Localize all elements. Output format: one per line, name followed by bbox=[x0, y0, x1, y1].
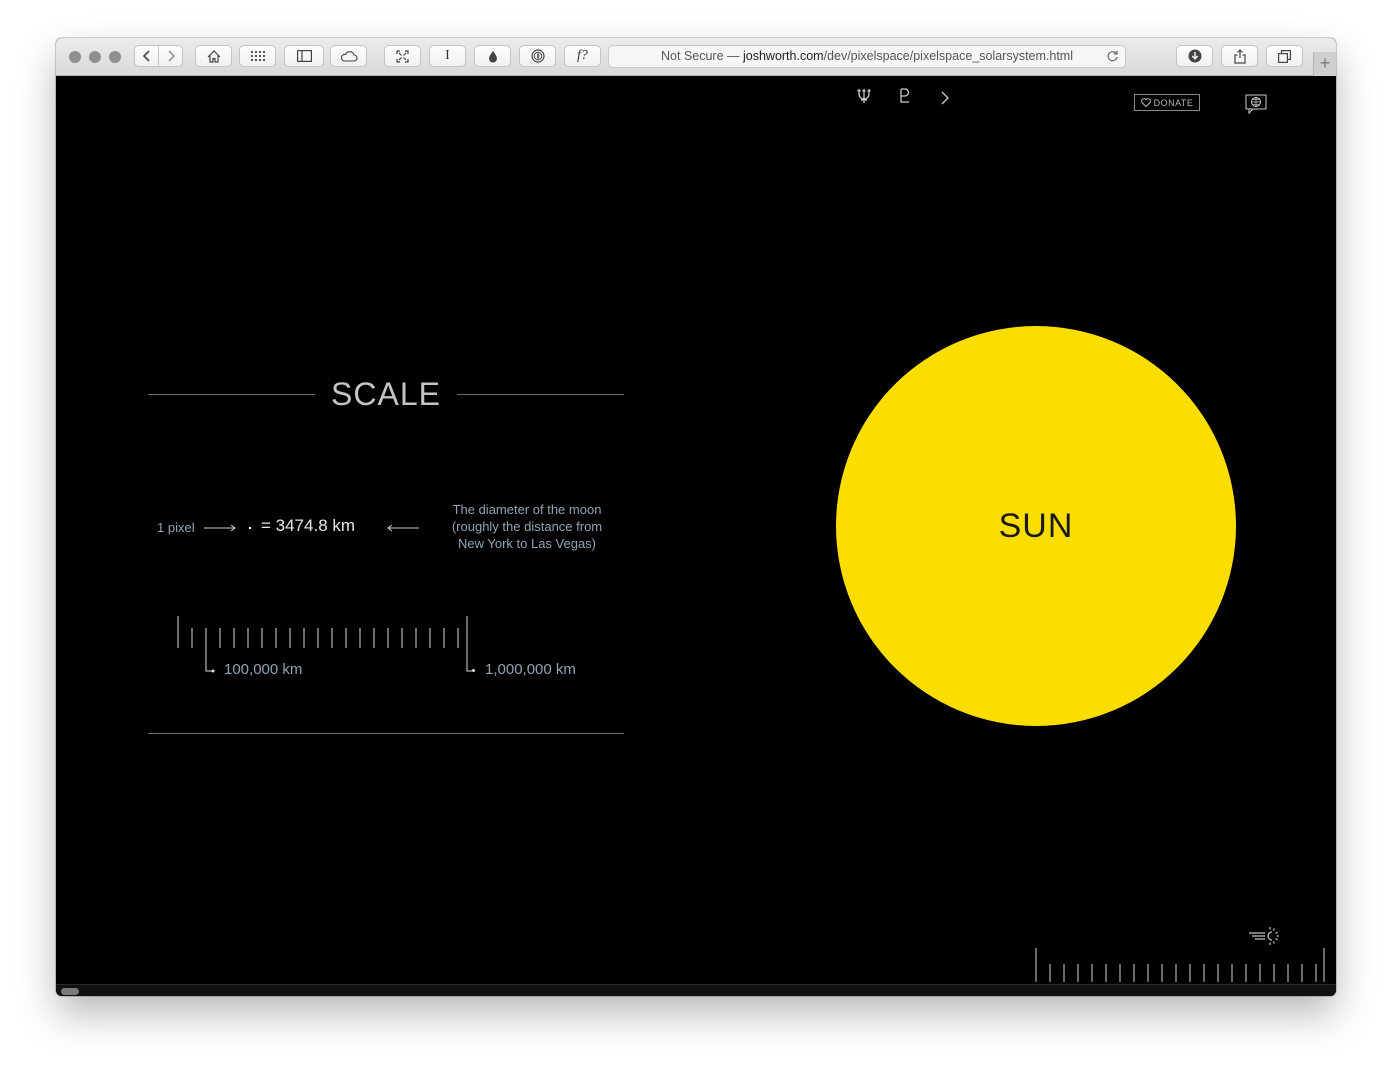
one-pixel-dot bbox=[249, 527, 251, 529]
scale-ruler bbox=[177, 616, 473, 673]
left-arrow-icon bbox=[387, 524, 419, 532]
heart-icon bbox=[1140, 98, 1151, 107]
onepassword-button[interactable] bbox=[519, 45, 556, 67]
note-line-1: The diameter of the moon bbox=[452, 502, 602, 517]
ink-extension-button[interactable] bbox=[474, 45, 511, 67]
back-button[interactable] bbox=[134, 45, 159, 67]
f-question-icon: f? bbox=[577, 48, 588, 63]
home-button[interactable] bbox=[195, 45, 232, 67]
one-pixel-label: 1 pixel bbox=[157, 520, 195, 535]
reload-icon[interactable] bbox=[1106, 49, 1119, 63]
browser-toolbar: I f? Not Secure — joshworth.com/dev/pixe… bbox=[56, 38, 1336, 76]
moon-diameter-note: The diameter of the moon (roughly the di… bbox=[429, 501, 625, 552]
icloud-tabs-button[interactable] bbox=[330, 45, 367, 67]
downloads-button[interactable] bbox=[1176, 45, 1213, 67]
scale-bottom-rule bbox=[148, 733, 624, 734]
right-arrow-icon bbox=[204, 524, 236, 532]
distance-ruler bbox=[1035, 948, 1325, 982]
pixel-value: = 3474.8 km bbox=[261, 516, 356, 535]
tab-overview-button[interactable] bbox=[1266, 45, 1303, 67]
text-cursor-icon: I bbox=[445, 48, 450, 63]
pixelspace-page[interactable]: DONATE SCALE 1 pixel = 3474.8 km The dia… bbox=[56, 76, 1336, 996]
donate-label: DONATE bbox=[1153, 97, 1194, 108]
ink-drop-icon bbox=[488, 50, 497, 62]
onepassword-icon bbox=[530, 49, 545, 63]
neptune-symbol-icon[interactable] bbox=[856, 88, 872, 104]
scale-title: SCALE bbox=[331, 375, 441, 412]
forward-icon bbox=[167, 50, 175, 62]
url-path: /dev/pixelspace/pixelspace_solarsystem.h… bbox=[823, 49, 1073, 63]
marker-1m-dot bbox=[472, 669, 475, 672]
font-finder-button[interactable]: f? bbox=[564, 45, 601, 67]
url-prefix: Not Secure — bbox=[661, 49, 743, 63]
sidebar-icon bbox=[296, 50, 312, 62]
url-host: joshworth.com bbox=[742, 49, 824, 63]
scale-heading: SCALE bbox=[148, 374, 624, 414]
text-extension-button[interactable]: I bbox=[429, 45, 466, 67]
fullscreen-icon bbox=[396, 49, 409, 63]
address-bar[interactable]: Not Secure — joshworth.com/dev/pixelspac… bbox=[608, 45, 1126, 68]
share-icon bbox=[1233, 48, 1246, 64]
new-tab-button[interactable]: + bbox=[1313, 52, 1336, 76]
sun-disc: SUN bbox=[836, 326, 1236, 726]
home-icon bbox=[207, 49, 220, 63]
browser-window: I f? Not Secure — joshworth.com/dev/pixe… bbox=[56, 38, 1336, 996]
next-arrow-icon[interactable] bbox=[940, 91, 950, 105]
marker-100k-label: 100,000 km bbox=[224, 661, 303, 678]
scale-rule-right bbox=[456, 393, 624, 395]
sidebar-button[interactable] bbox=[284, 45, 324, 67]
globe-icon[interactable] bbox=[1245, 94, 1267, 114]
light-speed-icon[interactable] bbox=[1248, 926, 1282, 946]
sun-label: SUN bbox=[998, 506, 1074, 545]
pluto-symbol-icon[interactable] bbox=[898, 88, 912, 104]
note-line-2: (roughly the distance from bbox=[451, 519, 603, 534]
back-icon bbox=[142, 50, 150, 62]
zoom-window-button[interactable] bbox=[109, 51, 121, 63]
cloud-icon bbox=[340, 50, 357, 62]
close-window-button[interactable] bbox=[69, 51, 81, 63]
fullscreen-extension-button[interactable] bbox=[384, 45, 421, 67]
note-line-3: New York to Las Vegas) bbox=[457, 536, 597, 551]
tabs-icon bbox=[1278, 49, 1291, 63]
scale-rule-left bbox=[148, 393, 316, 395]
horizontal-scrollbar[interactable] bbox=[56, 984, 1336, 996]
marker-1m-label: 1,000,000 km bbox=[485, 661, 576, 678]
share-button[interactable] bbox=[1221, 45, 1258, 67]
download-icon bbox=[1188, 49, 1201, 63]
minimize-window-button[interactable] bbox=[89, 51, 101, 63]
grid-icon bbox=[250, 51, 265, 61]
scrollbar-thumb[interactable] bbox=[61, 988, 79, 995]
forward-button[interactable] bbox=[158, 45, 183, 67]
donate-button[interactable]: DONATE bbox=[1134, 94, 1200, 111]
top-sites-button[interactable] bbox=[239, 45, 276, 67]
